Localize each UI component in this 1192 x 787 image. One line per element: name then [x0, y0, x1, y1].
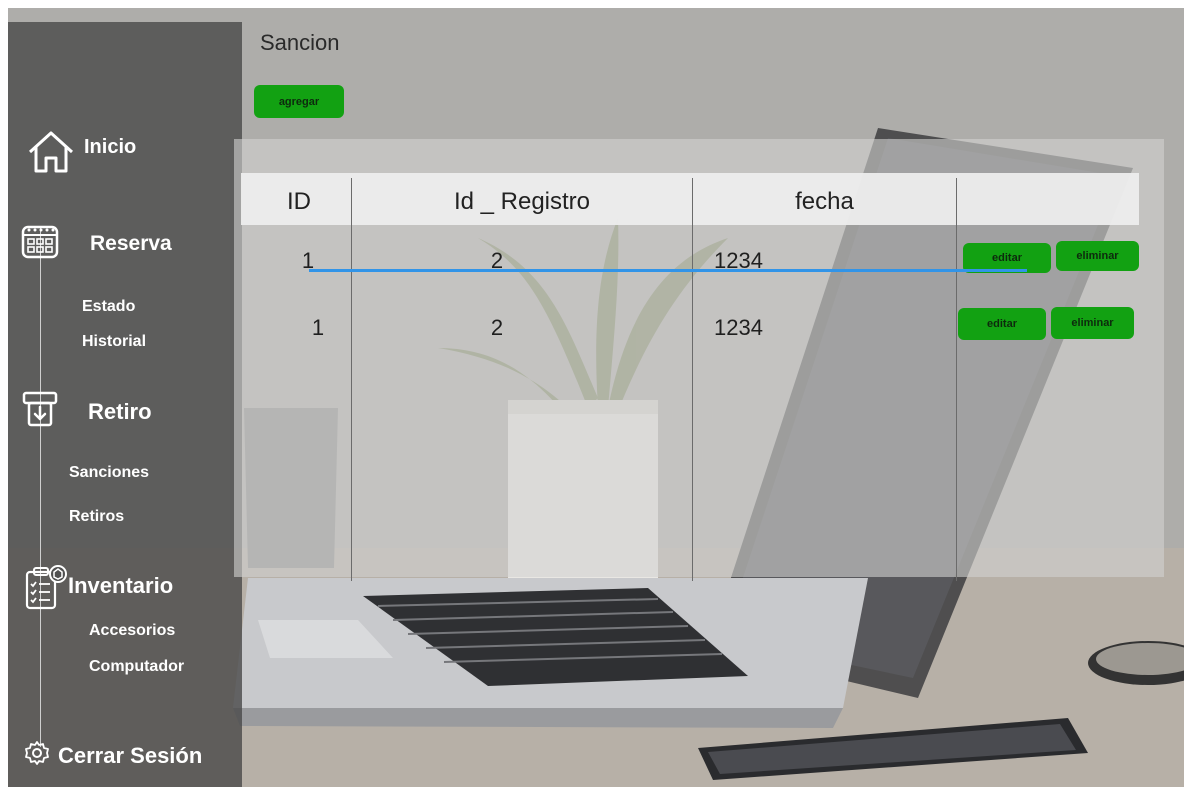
column-header-id: ID	[287, 188, 311, 215]
logout-button[interactable]: Cerrar Sesión	[24, 740, 202, 771]
cell-id: 1	[311, 315, 325, 340]
sidebar-item-inicio[interactable]: Inicio	[26, 130, 136, 179]
cell-id-registro: 2	[490, 315, 504, 340]
sidebar-subitem-estado[interactable]: Estado	[82, 298, 135, 316]
delete-button[interactable]: eliminar	[1056, 241, 1139, 271]
sidebar-divider-line	[40, 227, 41, 747]
sidebar-item-retiro[interactable]: Retiro	[22, 389, 152, 434]
sidebar-subitem-sanciones[interactable]: Sanciones	[69, 464, 149, 482]
sidebar-subitem-retiros[interactable]: Retiros	[69, 508, 124, 526]
sidebar-item-label: Inventario	[68, 572, 174, 598]
sidebar-item-label: Reserva	[90, 231, 172, 255]
sidebar-item-label: Retiro	[88, 398, 152, 424]
sidebar-subitem-historial[interactable]: Historial	[82, 333, 146, 351]
calendar-icon	[20, 221, 60, 266]
cell-fecha: 1234	[714, 315, 763, 340]
column-divider	[351, 178, 352, 581]
column-divider	[692, 178, 693, 581]
sidebar-subitem-computador[interactable]: Computador	[89, 658, 184, 676]
column-header-id-registro: Id _ Registro	[453, 188, 591, 215]
column-divider	[956, 178, 957, 581]
sidebar-item-inventario[interactable]: Inventario	[24, 564, 173, 617]
app-frame: Inicio Reserva Estado Historial Retiro S…	[8, 8, 1184, 787]
column-header-fecha: fecha	[795, 188, 854, 215]
add-button[interactable]: agregar	[254, 85, 344, 118]
sidebar-item-reserva[interactable]: Reserva	[20, 221, 172, 266]
edit-button[interactable]: editar	[958, 308, 1046, 340]
sidebar-item-label: Inicio	[84, 136, 137, 158]
page-title: Sancion	[260, 30, 340, 55]
delete-button[interactable]: eliminar	[1051, 307, 1134, 339]
home-icon	[26, 130, 76, 179]
logout-label: Cerrar Sesión	[58, 742, 203, 768]
row-strikethrough-line	[309, 269, 1027, 272]
inventory-clipboard-icon	[24, 564, 68, 617]
sidebar-subitem-accesorios[interactable]: Accesorios	[89, 622, 175, 640]
gear-icon	[24, 740, 50, 771]
withdraw-tray-icon	[22, 389, 58, 434]
